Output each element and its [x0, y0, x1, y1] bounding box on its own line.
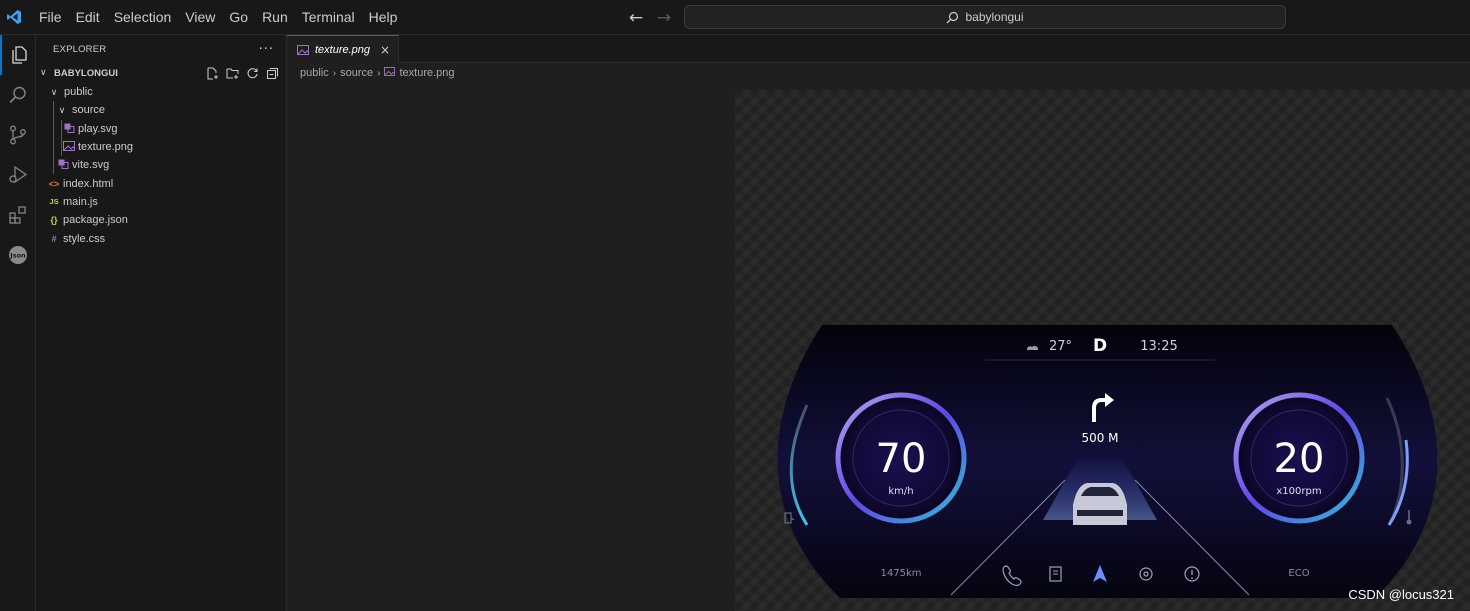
- speed-value: 70: [876, 436, 927, 482]
- explorer-header: EXPLORER ···: [36, 35, 286, 63]
- navigation-arrows: ← →: [626, 0, 674, 35]
- folder-actions: [204, 65, 280, 81]
- menu-help[interactable]: Help: [362, 0, 405, 35]
- tree-item-main-js[interactable]: JS main.js: [36, 193, 286, 211]
- new-file-icon[interactable]: [204, 65, 220, 81]
- chevron-down-icon: ∨: [40, 68, 47, 78]
- html-file-icon: <>: [48, 178, 60, 189]
- menu-terminal[interactable]: Terminal: [295, 0, 362, 35]
- rpm-value: 20: [1274, 436, 1325, 482]
- js-file-icon: JS: [49, 197, 59, 207]
- explorer-sidebar: EXPLORER ··· ∨ BABYLONGUI ∨ public ∨ sou…: [36, 35, 287, 611]
- menu-bar: File Edit Selection View Go Run Terminal…: [32, 0, 404, 35]
- drive-mode-text: ECO: [1288, 568, 1309, 579]
- tree-item-label: vite.svg: [72, 159, 110, 172]
- car-icon: [1073, 483, 1127, 525]
- editor-area: texture.png × public › source › texture.…: [287, 35, 1470, 611]
- json-file-icon: {}: [50, 215, 58, 226]
- speed-unit: km/h: [888, 486, 913, 497]
- image-file-icon: [384, 67, 396, 79]
- tree-item-label: play.svg: [78, 122, 118, 135]
- go-forward-icon[interactable]: →: [654, 8, 674, 28]
- tree-item-source[interactable]: ∨ source: [36, 101, 286, 120]
- menu-go[interactable]: Go: [222, 0, 255, 35]
- chevron-down-icon: ∨: [50, 86, 58, 97]
- more-actions-icon[interactable]: ···: [259, 42, 274, 57]
- chevron-down-icon: ∨: [58, 104, 66, 115]
- image-file-icon: [62, 141, 76, 153]
- breadcrumb-source[interactable]: source: [340, 67, 373, 79]
- tree-item-label: style.css: [63, 232, 106, 245]
- command-center-label: babylongui: [965, 10, 1024, 24]
- css-file-icon: #: [51, 233, 57, 244]
- dashboard-image: 27° D 13:25 70 km/h 20 x100rpm 500 M 147…: [777, 325, 1437, 598]
- close-icon[interactable]: ×: [380, 43, 390, 57]
- tab-label: texture.png: [315, 43, 371, 56]
- menu-file[interactable]: File: [32, 0, 69, 35]
- tree-item-label: main.js: [63, 195, 98, 208]
- tab-texture-png[interactable]: texture.png ×: [287, 35, 400, 63]
- temperature-text: 27°: [1049, 339, 1072, 354]
- tree-item-index-html[interactable]: <> index.html: [36, 174, 286, 192]
- tree-item-package-json[interactable]: {} package.json: [36, 211, 286, 229]
- chevron-right-icon: ›: [377, 67, 381, 79]
- json-extension-icon[interactable]: Json: [0, 235, 36, 275]
- extensions-icon[interactable]: [0, 195, 36, 235]
- new-folder-icon[interactable]: [224, 65, 240, 81]
- tree-item-texture-png[interactable]: texture.png: [36, 137, 286, 157]
- svg-file-icon: [62, 123, 76, 135]
- svg-file-icon: [56, 159, 70, 171]
- menu-edit[interactable]: Edit: [69, 0, 107, 35]
- tree-item-style-css[interactable]: # style.css: [36, 229, 286, 247]
- activity-bar: Json: [0, 35, 36, 611]
- go-back-icon[interactable]: ←: [626, 8, 646, 28]
- search-icon[interactable]: [0, 75, 36, 115]
- search-icon: [947, 11, 959, 23]
- watermark-text: CSDN @locus321: [1348, 587, 1454, 602]
- source-control-icon[interactable]: [0, 115, 36, 155]
- breadcrumb: public › source › texture.png: [287, 63, 1470, 83]
- odometer-text: 1475km: [881, 568, 922, 579]
- tree-item-play-svg[interactable]: play.svg: [36, 119, 286, 138]
- title-bar: File Edit Selection View Go Run Terminal…: [0, 0, 1470, 35]
- menu-view[interactable]: View: [178, 0, 222, 35]
- collapse-all-icon[interactable]: [264, 65, 280, 81]
- refresh-icon[interactable]: [244, 65, 260, 81]
- tree-item-vite-svg[interactable]: vite.svg: [36, 156, 286, 175]
- tree-item-label: package.json: [63, 214, 128, 227]
- clock-text: 13:25: [1140, 339, 1177, 354]
- command-center-search[interactable]: babylongui: [684, 5, 1286, 29]
- run-debug-icon[interactable]: [0, 155, 36, 195]
- workspace-folder-header[interactable]: ∨ BABYLONGUI: [36, 63, 286, 83]
- menu-run[interactable]: Run: [255, 0, 295, 35]
- rpm-unit: x100rpm: [1276, 486, 1321, 497]
- menu-selection[interactable]: Selection: [107, 0, 179, 35]
- tree-item-label: source: [72, 104, 106, 117]
- explorer-icon[interactable]: [0, 35, 36, 75]
- workspace-folder-name: BABYLONGUI: [54, 67, 118, 79]
- tree-item-public[interactable]: ∨ public: [36, 83, 286, 101]
- tree-item-label: texture.png: [78, 141, 134, 154]
- vscode-logo-icon: [0, 0, 28, 35]
- svg-text:Json: Json: [9, 252, 26, 260]
- breadcrumb-public[interactable]: public: [300, 67, 329, 79]
- explorer-title: EXPLORER: [53, 43, 107, 55]
- tree-item-label: public: [64, 86, 93, 99]
- tree-item-label: index.html: [63, 177, 114, 190]
- image-preview: 27° D 13:25 70 km/h 20 x100rpm 500 M 147…: [735, 90, 1470, 611]
- tab-bar: texture.png ×: [287, 35, 1470, 63]
- image-file-icon: [297, 40, 309, 59]
- nav-distance: 500 M: [1081, 431, 1118, 445]
- gear-indicator: D: [1093, 336, 1107, 356]
- chevron-right-icon: ›: [332, 67, 337, 79]
- breadcrumb-texture-png[interactable]: texture.png: [399, 67, 454, 79]
